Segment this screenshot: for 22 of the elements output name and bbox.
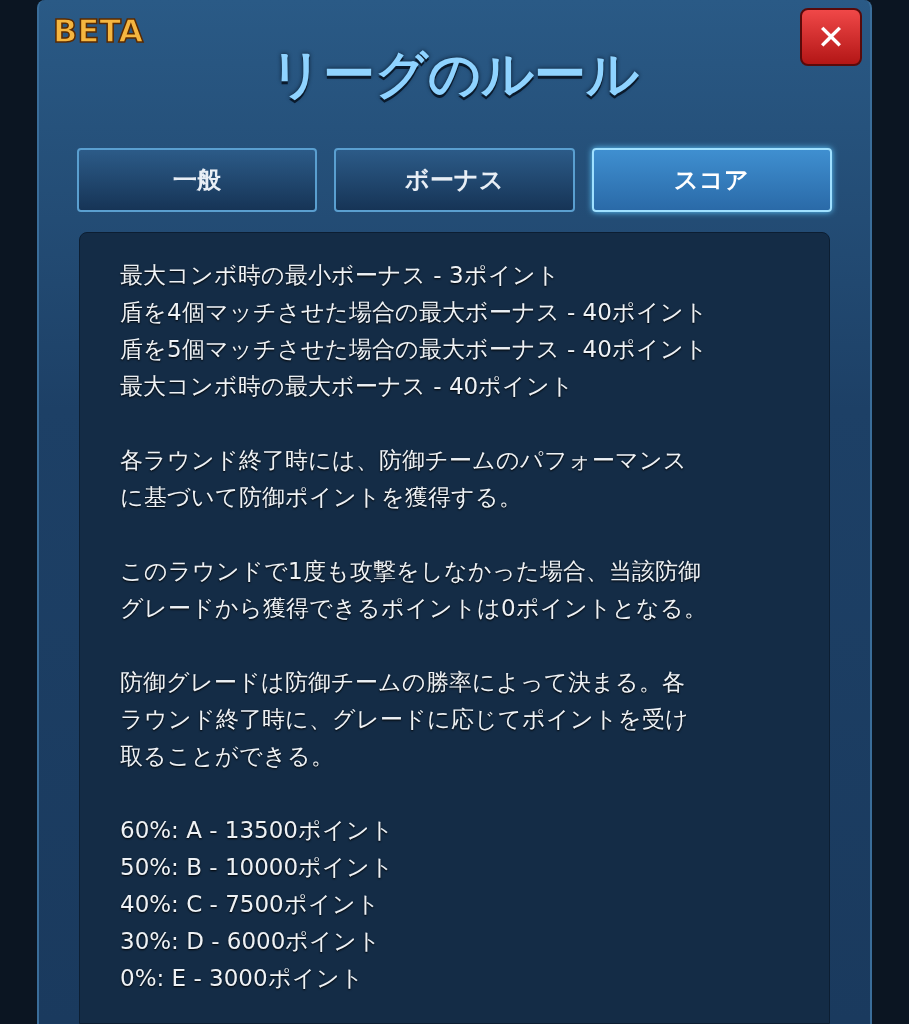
beta-label: BETA <box>53 12 144 50</box>
rule-text: このラウンドで1度も攻撃をしなかった場合、当該防御 <box>120 557 702 586</box>
rule-text: 最大コンボ時の最小ボーナス - 3ポイント <box>120 261 561 290</box>
rule-text: 盾を5個マッチさせた場合の最大ボーナス - 40ポイント <box>120 335 709 364</box>
tab[interactable]: スコア <box>591 148 832 212</box>
tab[interactable]: ボーナス <box>334 148 575 212</box>
rule-text: 40%: C - 7500ポイント <box>120 890 381 919</box>
rule-text: 50%: B - 10000ポイント <box>120 853 396 882</box>
rule-text: 60%: A - 13500ポイント <box>120 816 395 845</box>
rule-text: 防御グレードは防御チームの勝率によって決まる。各 <box>120 668 686 697</box>
dialog-title: リーグのルール <box>270 43 639 106</box>
rule-text: 各ラウンド終了時には、防御チームのパフォーマンス <box>120 446 688 475</box>
rule-text: ラウンド終了時に、グレードに応じてポイントを受け <box>120 705 690 734</box>
rule-text: 最大コンボ時の最大ボーナス - 40ポイント <box>120 372 576 401</box>
close-button[interactable]: ✕ <box>800 8 862 66</box>
rule-text: 30%: D - 6000ポイント <box>120 927 383 956</box>
rule-text: 0%: E - 3000ポイント <box>120 964 365 993</box>
rule-text: 取ることができる。 <box>120 742 335 771</box>
rule-text: グレードから獲得できるポイントは0ポイントとなる。 <box>120 594 708 623</box>
rule-text: に基づいて防御ポイントを獲得する。 <box>120 483 523 512</box>
tab[interactable]: 一般 <box>77 148 318 212</box>
rule-text: 盾を4個マッチさせた場合の最大ボーナス - 40ポイント <box>120 298 709 327</box>
